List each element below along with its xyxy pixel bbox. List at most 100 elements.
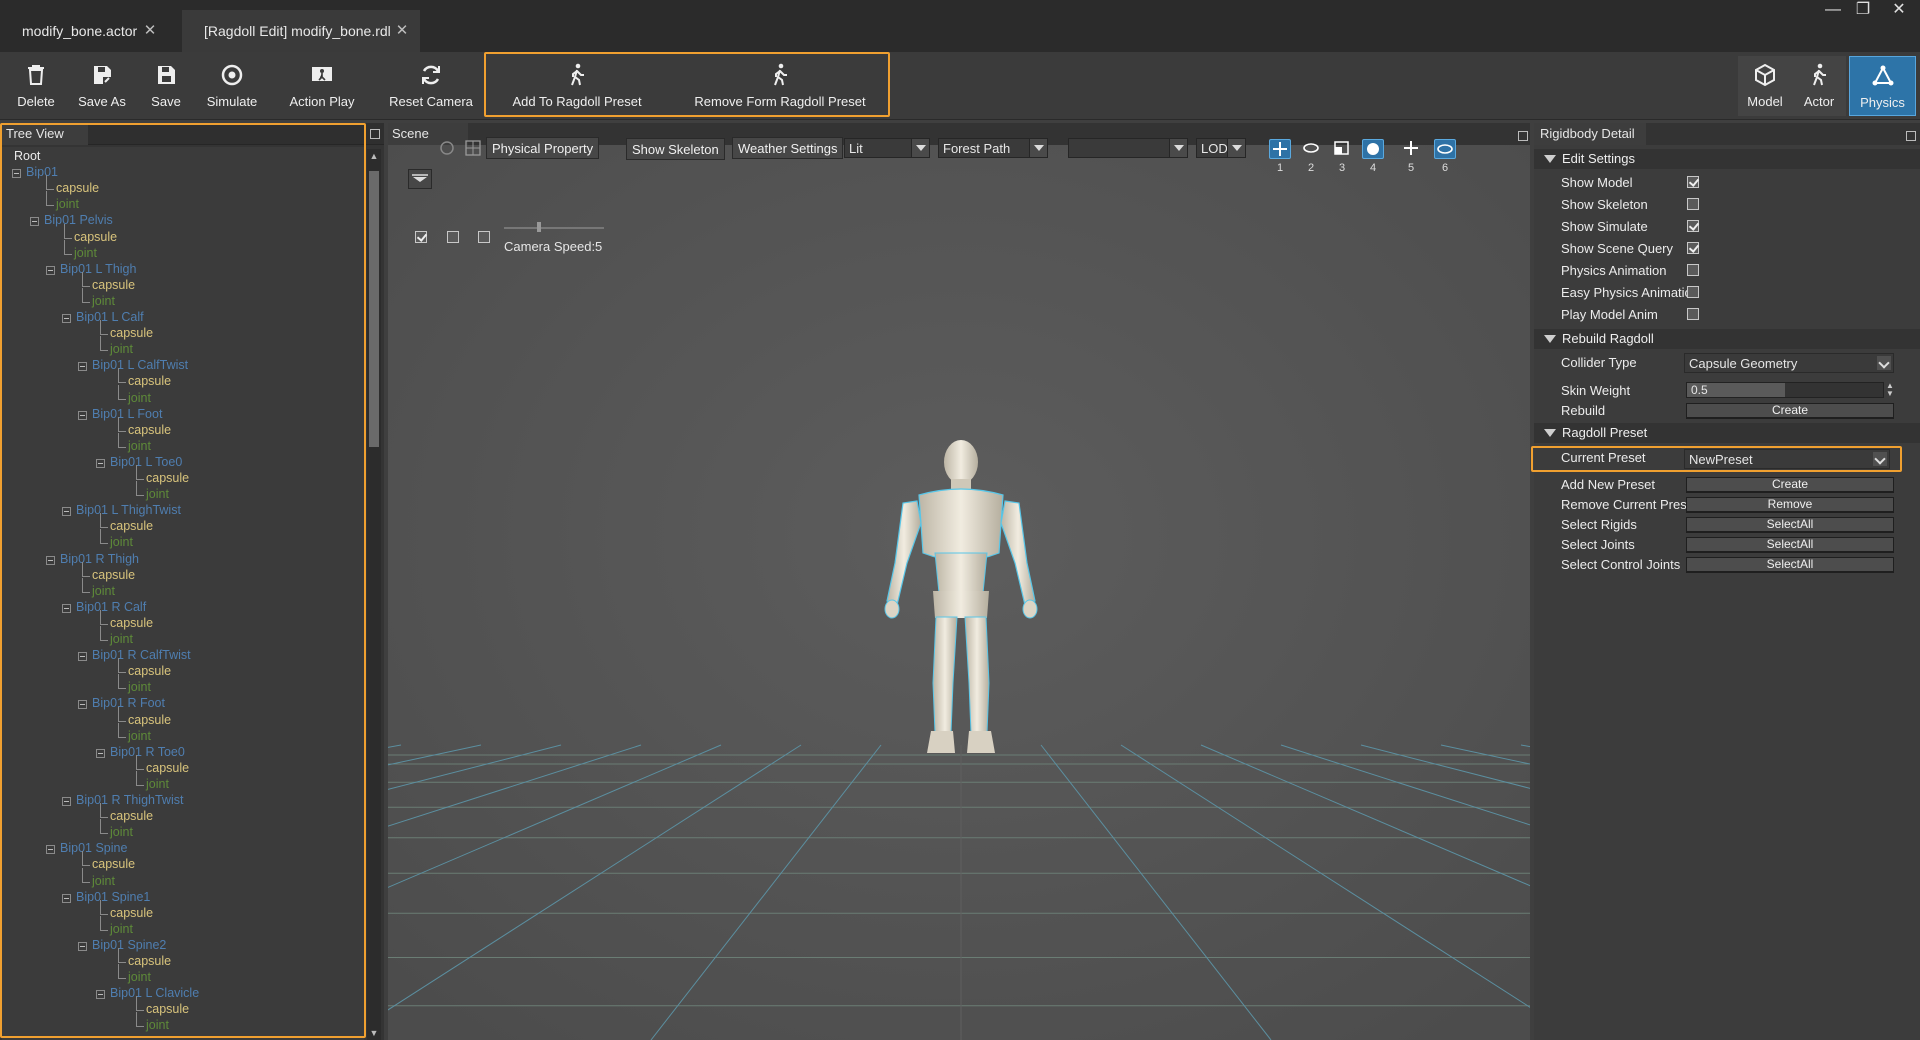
model-mode-button[interactable]: Model — [1738, 56, 1792, 116]
show-model-checkbox[interactable] — [1687, 176, 1699, 188]
remove-current-preset-button[interactable]: Remove — [1686, 497, 1894, 513]
camera-speed-slider[interactable] — [504, 227, 604, 229]
physics-label: Physics — [1860, 95, 1905, 110]
camera-speed-slider-handle[interactable] — [537, 222, 541, 232]
save-icon — [158, 66, 175, 84]
scene-viewport[interactable] — [388, 123, 1530, 1040]
section-title: Edit Settings — [1562, 151, 1635, 166]
show-simulate-label: Show Simulate — [1561, 219, 1648, 234]
remove-current-preset-label: Remove Current Pres — [1561, 497, 1687, 512]
show-skeleton-label: Show Skeleton — [1561, 197, 1648, 212]
action-play-icon — [312, 67, 332, 81]
empty-dropdown[interactable] — [1068, 138, 1188, 158]
show-skeleton-button[interactable]: Show Skeleton — [626, 138, 725, 160]
gizmo-move-button[interactable] — [1269, 139, 1291, 159]
scene-checkbox-1[interactable] — [415, 231, 427, 243]
pin-icon[interactable] — [1906, 131, 1916, 141]
select-rigids-button[interactable]: SelectAll — [1686, 517, 1894, 533]
pin-icon[interactable] — [370, 129, 380, 139]
cube-icon — [1755, 63, 1775, 87]
save-button[interactable]: Save — [144, 58, 188, 116]
lighting-mode-dropdown[interactable]: Lit — [844, 138, 930, 158]
weather-settings-button[interactable]: Weather Settings — [732, 137, 844, 159]
show-scene-query-checkbox[interactable] — [1687, 242, 1699, 254]
lod-dropdown[interactable]: LOD0 — [1196, 138, 1246, 158]
select-rigids-label: Select Rigids — [1561, 517, 1637, 532]
simulate-label: Simulate — [206, 94, 258, 109]
save-as-button[interactable]: Save As — [76, 58, 128, 116]
easy-physics-animation-label: Easy Physics Animatio — [1561, 285, 1692, 300]
scroll-down-icon[interactable]: ▼ — [367, 1026, 381, 1040]
running-figure-icon — [1813, 63, 1826, 86]
save-as-icon — [94, 66, 111, 85]
close-icon[interactable]: ✕ — [394, 23, 410, 39]
scroll-thumb[interactable] — [369, 171, 379, 447]
current-preset-label: Current Preset — [1561, 450, 1646, 465]
close-window-icon[interactable]: ✕ — [1884, 0, 1914, 22]
gizmo-rotate-button[interactable] — [1300, 139, 1322, 159]
play-model-anim-checkbox[interactable] — [1687, 308, 1699, 320]
physical-property-button[interactable]: Physical Property — [486, 137, 600, 159]
grid-toggle-icon[interactable] — [464, 139, 482, 157]
gizmo-number: 2 — [1307, 162, 1315, 174]
select-control-joints-button[interactable]: SelectAll — [1686, 557, 1894, 573]
tab-ragdoll-edit[interactable]: [Ragdoll Edit] modify_bone.rdl ✕ — [182, 10, 420, 52]
refresh-small-icon[interactable] — [438, 139, 456, 157]
skin-weight-value: 0.5 — [1691, 383, 1708, 397]
lighting-mode-value: Lit — [849, 141, 863, 156]
gizmo-orbit-button[interactable] — [1434, 139, 1456, 159]
current-preset-dropdown[interactable]: NewPreset — [1684, 449, 1890, 469]
actor-mode-button[interactable]: Actor — [1792, 56, 1846, 116]
camera-speed-label: Camera Speed:5 — [504, 239, 603, 254]
gizmo-number: 5 — [1407, 162, 1415, 174]
add-to-ragdoll-preset-button[interactable]: Add To Ragdoll Preset — [502, 58, 652, 116]
tab-actor[interactable]: modify_bone.actor ✕ — [0, 10, 168, 52]
spinner-arrows-icon[interactable]: ▲ ▼ — [1886, 382, 1896, 398]
skin-weight-spinbox[interactable]: 0.5 — [1686, 382, 1884, 398]
rebuild-create-button[interactable]: Create — [1686, 403, 1894, 419]
scene-panel[interactable]: Scene Physical Property Show Skeleton We… — [388, 123, 1530, 1040]
scroll-up-icon[interactable]: ▲ — [367, 149, 381, 163]
walking-figure-icon — [774, 63, 787, 86]
physics-mode-button[interactable]: Physics — [1849, 56, 1916, 116]
pin-icon[interactable] — [1518, 131, 1528, 141]
gizmo-camera-button[interactable] — [1362, 139, 1384, 159]
delete-label: Delete — [17, 94, 55, 109]
ragdoll-preset-section[interactable]: Ragdoll Preset — [1534, 423, 1920, 443]
section-title: Rebuild Ragdoll — [1562, 331, 1654, 346]
delete-button[interactable]: Delete — [12, 58, 60, 116]
physics-animation-checkbox[interactable] — [1687, 264, 1699, 276]
select-joints-button[interactable]: SelectAll — [1686, 537, 1894, 553]
remove-from-ragdoll-preset-button[interactable]: Remove Form Ragdoll Preset — [690, 58, 870, 116]
close-icon[interactable]: ✕ — [142, 23, 158, 39]
action-play-label: Action Play — [289, 94, 355, 109]
physics-animation-label: Physics Animation — [1561, 263, 1667, 278]
collider-type-label: Collider Type — [1561, 355, 1637, 370]
action-play-button[interactable]: Action Play — [286, 58, 358, 116]
scene-checkbox-3[interactable] — [478, 231, 490, 243]
show-simulate-checkbox[interactable] — [1687, 220, 1699, 232]
minimize-icon[interactable]: — — [1818, 0, 1848, 22]
gizmo-pivot-button[interactable] — [1400, 139, 1422, 159]
gizmo-scale-button[interactable] — [1331, 139, 1353, 159]
scene-checkbox-2[interactable] — [447, 231, 459, 243]
rebuild-ragdoll-section[interactable]: Rebuild Ragdoll — [1534, 329, 1920, 349]
show-skeleton-checkbox[interactable] — [1687, 198, 1699, 210]
toolbar: Delete Save As Save Simulate Action Play… — [0, 52, 1920, 120]
restore-icon[interactable]: ❐ — [1848, 0, 1878, 22]
reset-camera-button[interactable]: Reset Camera — [386, 58, 476, 116]
simulate-button[interactable]: Simulate — [204, 58, 260, 116]
view-menu-button[interactable] — [408, 169, 432, 189]
chevron-down-icon — [1877, 356, 1891, 370]
edit-settings-section[interactable]: Edit Settings — [1534, 149, 1920, 169]
environment-dropdown[interactable]: Forest Path — [938, 138, 1048, 158]
collider-type-dropdown[interactable]: Capsule Geometry — [1684, 353, 1894, 373]
show-scene-query-label: Show Scene Query — [1561, 241, 1674, 256]
document-tab-bar: modify_bone.actor ✕ [Ragdoll Edit] modif… — [0, 0, 1920, 52]
move-icon — [1273, 142, 1287, 156]
add-new-preset-create-button[interactable]: Create — [1686, 477, 1894, 493]
tab-label: [Ragdoll Edit] modify_bone.rdl — [204, 23, 391, 39]
tree-scrollbar[interactable]: ▲ ▼ — [367, 149, 381, 1040]
easy-physics-animation-checkbox[interactable] — [1687, 286, 1699, 298]
gizmo-number: 6 — [1441, 162, 1449, 174]
